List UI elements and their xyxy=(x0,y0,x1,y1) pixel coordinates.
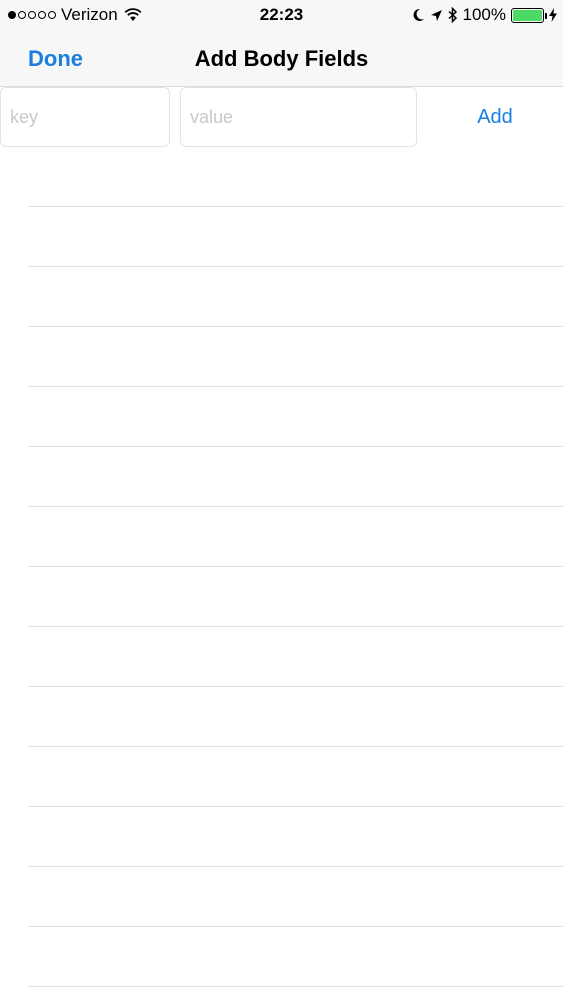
location-arrow-icon xyxy=(430,9,442,21)
empty-table-row xyxy=(28,747,563,807)
status-right: 100% xyxy=(412,4,557,26)
add-button[interactable]: Add xyxy=(427,87,563,147)
empty-table-row xyxy=(28,627,563,687)
charging-bolt-icon xyxy=(549,8,557,22)
empty-table-row xyxy=(28,207,563,267)
empty-table-row xyxy=(28,927,563,987)
empty-table-row xyxy=(28,447,563,507)
moon-icon xyxy=(413,8,424,21)
empty-table-row xyxy=(28,147,563,207)
done-button[interactable]: Done xyxy=(28,30,83,87)
add-field-form: Add xyxy=(0,87,563,147)
bluetooth-icon xyxy=(448,7,457,23)
empty-table-row xyxy=(28,507,563,567)
status-bar: Verizon 22:23 100% xyxy=(0,0,563,30)
empty-table-row xyxy=(28,327,563,387)
battery-tip xyxy=(545,12,547,19)
battery-percent: 100% xyxy=(462,5,506,24)
navigation-bar: Add Body Fields Done xyxy=(0,30,563,87)
empty-table-row xyxy=(28,267,563,327)
empty-table-row xyxy=(28,387,563,447)
body-fields-table[interactable] xyxy=(0,147,563,1000)
key-input[interactable] xyxy=(0,87,170,147)
empty-table-row xyxy=(28,687,563,747)
battery-fill xyxy=(513,9,542,21)
page-title: Add Body Fields xyxy=(194,46,369,71)
battery-icon xyxy=(511,7,547,23)
empty-table-row xyxy=(28,867,563,927)
empty-table-row xyxy=(28,567,563,627)
value-input[interactable] xyxy=(180,87,417,147)
empty-table-row xyxy=(28,807,563,867)
